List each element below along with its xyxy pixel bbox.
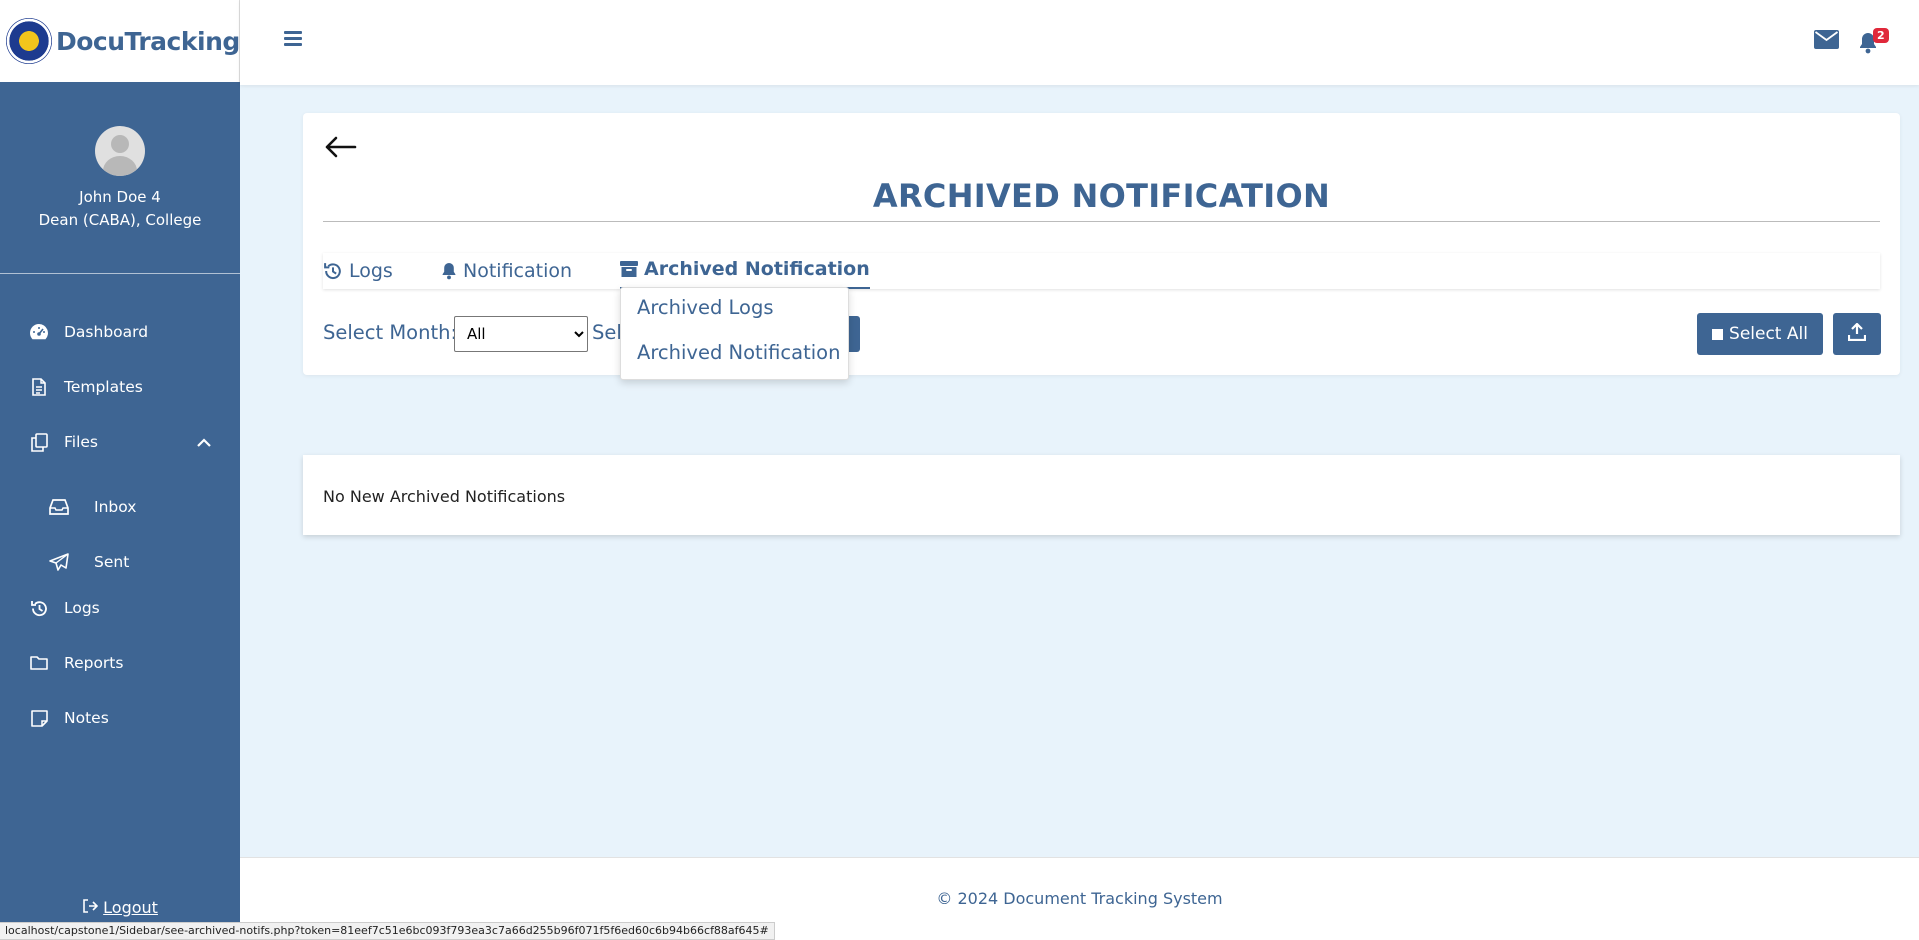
sidebar-divider [0,273,240,274]
document-icon [28,376,50,398]
title-divider [323,221,1880,222]
sidebar-item-logs[interactable]: Logs [0,590,240,626]
archived-notification-panel: ARCHIVED NOTIFICATION Logs Notification … [303,113,1900,380]
sidebar-item-label: Reports [64,654,124,672]
sidebar-item-templates[interactable]: Templates [0,369,240,405]
sidebar-item-sent[interactable]: Sent [0,544,240,580]
hamburger-menu-icon[interactable] [284,31,302,49]
brand[interactable]: DocuTracking [0,0,240,82]
results-panel: No New Archived Notifications [303,455,1900,535]
sidebar-item-label: Files [64,433,99,451]
sidebar-item-dashboard[interactable]: Dashboard [0,314,240,350]
sticky-note-icon [28,707,50,729]
history-icon [28,597,50,619]
sidebar-item-label: Inbox [94,498,137,516]
top-bar: 2 [240,0,1919,85]
tab-label: Logs [349,260,393,282]
chevron-up-icon[interactable] [196,434,212,452]
sidebar-item-label: Notes [64,709,109,727]
tab-logs[interactable]: Logs [323,253,393,289]
month-filter-label: Select Month: [323,321,458,344]
tab-label: Notification [463,260,573,282]
paper-plane-icon [48,551,70,573]
sidebar-item-files[interactable]: Files [0,424,240,460]
sidebar-item-label: Templates [64,378,143,396]
sidebar-item-label: Sent [94,553,130,571]
back-arrow-icon[interactable] [323,135,357,163]
tab-notification[interactable]: Notification [441,253,572,289]
sidebar-item-label: Dashboard [64,323,149,341]
bell-icon [441,262,457,280]
dropdown-item-archived-logs[interactable]: Archived Logs [637,296,774,319]
history-icon [323,261,343,281]
footer-text: © 2024 Document Tracking System [936,889,1223,908]
user-name: John Doe 4 [79,188,161,206]
archive-dropdown-menu: Archived Logs Archived Notification [620,287,849,380]
avatar [95,126,145,176]
tab-archived-notification[interactable]: Archived Notification [620,251,870,289]
dashboard-gauge-icon [28,321,50,343]
empty-message: No New Archived Notifications [323,487,566,506]
sidebar-item-inbox[interactable]: Inbox [0,489,240,525]
mail-icon[interactable] [1814,30,1839,53]
logout-icon [82,898,103,917]
notification-bell-button[interactable]: 2 [1858,28,1890,56]
select-all-button[interactable]: Select All [1697,313,1823,355]
user-profile: John Doe 4 Dean (CABA), College [0,126,240,232]
sidebar-item-label: Logs [64,599,100,617]
browser-status-url: localhost/capstone1/Sidebar/see-archived… [0,922,775,940]
inbox-tray-icon [48,496,70,518]
upload-icon [1847,322,1867,345]
user-role: Dean (CABA), College [38,211,202,229]
checkbox-square-icon [1712,328,1724,340]
notification-count-badge: 2 [1873,28,1889,43]
tab-bar: Logs Notification Archived Notification [323,253,1880,289]
select-all-label: Select All [1729,324,1808,344]
files-copy-icon [28,431,50,453]
sidebar-item-notes[interactable]: Notes [0,700,240,736]
sidebar-item-reports[interactable]: Reports [0,645,240,681]
logout-label: Logout [103,898,158,917]
university-seal-icon [6,18,52,64]
page-title: ARCHIVED NOTIFICATION [872,177,1331,215]
month-select[interactable]: All [454,316,588,352]
second-filter-label: Sel [592,321,622,344]
brand-name: DocuTracking [56,26,240,56]
folder-icon [28,652,50,674]
archive-box-icon [620,260,638,278]
tab-label: Archived Notification [644,258,870,280]
upload-button[interactable] [1833,313,1881,355]
sidebar: DocuTracking John Doe 4 Dean (CABA), Col… [0,0,240,940]
dropdown-item-archived-notification[interactable]: Archived Notification [637,341,840,364]
logout-link[interactable]: Logout [0,898,240,917]
